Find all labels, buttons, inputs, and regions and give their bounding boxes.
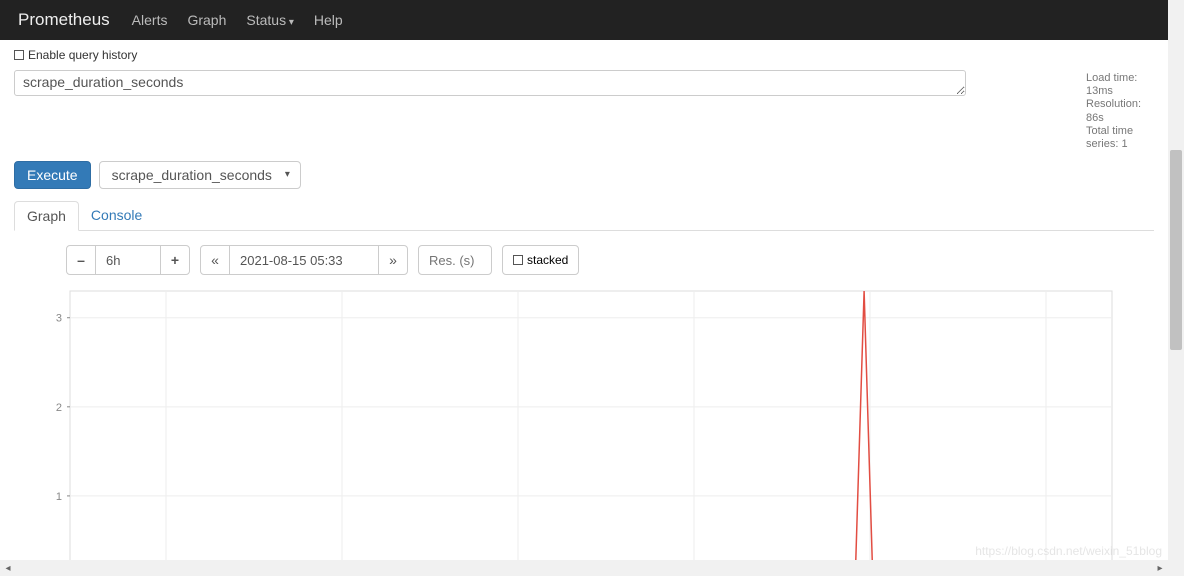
checkbox-icon [14,50,24,60]
hscroll-right-icon[interactable]: ▸ [1152,560,1168,576]
tab-console[interactable]: Console [79,201,154,230]
watermark: https://blog.csdn.net/weixin_51blog [975,544,1162,558]
tab-graph[interactable]: Graph [14,201,79,231]
metric-dropdown[interactable]: scrape_duration_seconds [99,161,301,189]
range-decrease-button[interactable]: – [66,245,96,275]
checkbox-icon [513,255,523,265]
svg-text:2: 2 [56,402,62,414]
enable-history-label: Enable query history [28,48,137,62]
graph-controls: – + « » stacked [0,231,1168,275]
scroll-corner [1168,560,1184,576]
nav-graph[interactable]: Graph [187,12,226,28]
enable-history-toggle[interactable]: Enable query history [0,40,1168,66]
resolution-input[interactable] [418,245,492,275]
stacked-label: stacked [527,253,568,267]
brand[interactable]: Prometheus [18,10,110,30]
metric-selected: scrape_duration_seconds [112,167,272,183]
load-time: Load time: 13ms [1086,72,1154,98]
resolution: Resolution: 86s [1086,98,1154,124]
vertical-scrollbar[interactable] [1168,0,1184,560]
result-tabs: Graph Console [14,201,1154,231]
range-input[interactable] [96,245,160,275]
nav-alerts[interactable]: Alerts [132,12,168,28]
svg-text:1: 1 [56,491,62,503]
nav-help[interactable]: Help [314,12,343,28]
total-series: Total time series: 1 [1086,125,1154,151]
vscroll-thumb[interactable] [1170,150,1182,350]
navbar: Prometheus Alerts Graph Status Help [0,0,1168,40]
svg-text:3: 3 [56,313,62,325]
stacked-toggle[interactable]: stacked [502,245,579,275]
execute-button[interactable]: Execute [14,161,91,189]
nav-status[interactable]: Status [246,12,294,28]
line-chart: 00:0001:0002:0003:0004:0005:000123 [46,285,1118,560]
time-back-button[interactable]: « [200,245,230,275]
hscroll-left-icon[interactable]: ◂ [0,560,16,576]
range-increase-button[interactable]: + [160,245,190,275]
time-input[interactable] [230,245,378,275]
chart-area: 00:0001:0002:0003:0004:0005:000123 scrap… [0,275,1168,560]
horizontal-scrollbar[interactable]: ◂ ▸ [0,560,1168,576]
query-input[interactable] [14,70,966,96]
time-forward-button[interactable]: » [378,245,408,275]
query-stats: Load time: 13ms Resolution: 86s Total ti… [966,70,1154,151]
